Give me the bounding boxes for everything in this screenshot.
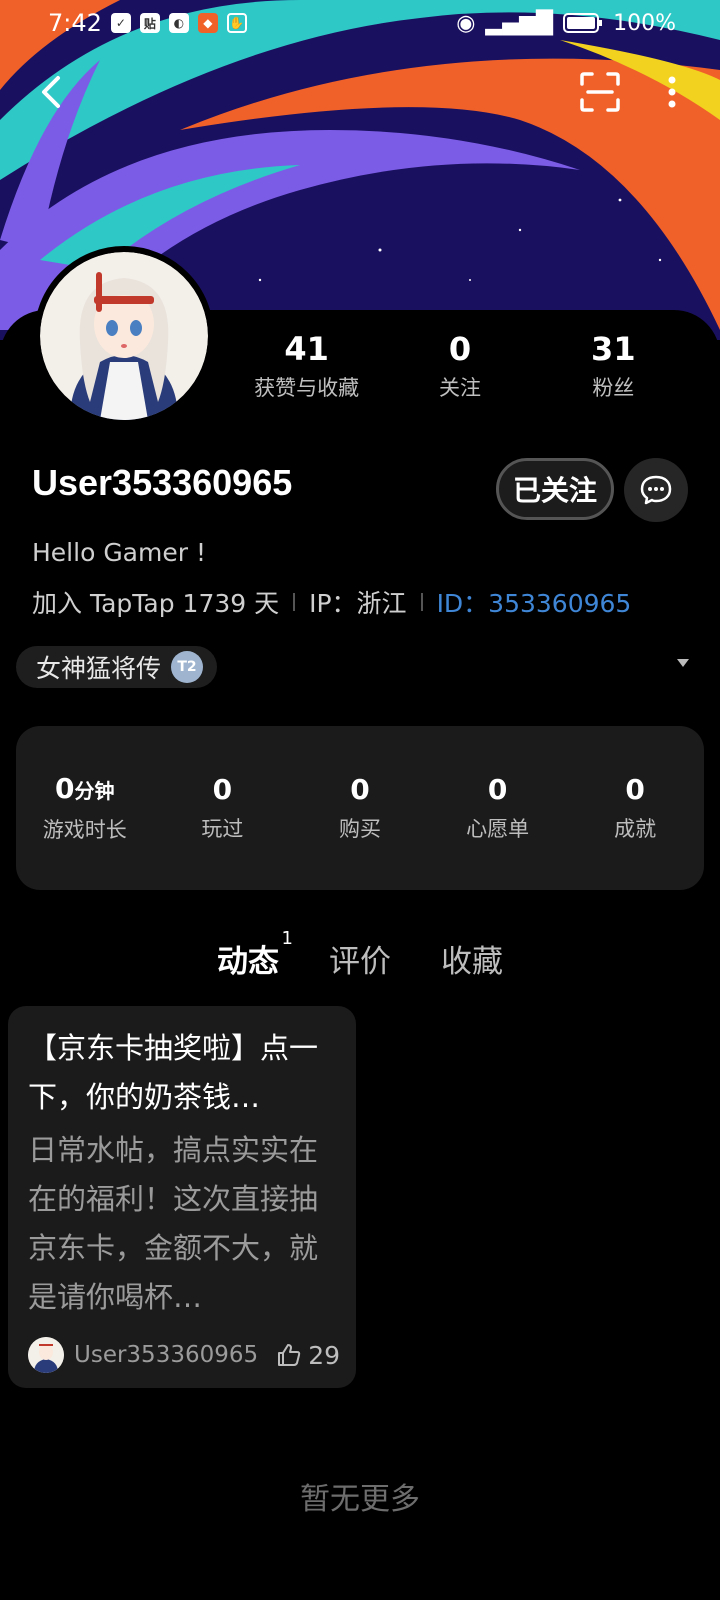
shield-icon: ✓ [110, 13, 131, 33]
post-title: 【京东卡抽奖啦】点一下，你的奶茶钱… [28, 1031, 319, 1114]
status-time: 7:42 [48, 9, 102, 37]
stat-value: 0分钟 [55, 772, 115, 805]
like-button[interactable]: 29 [276, 1341, 340, 1370]
stat-value: 0 [212, 773, 233, 806]
status-left: 7:42 ✓ 贴 ◐ ◆ ✋ [48, 9, 247, 37]
post-card[interactable]: 【京东卡抽奖啦】点一下，你的奶茶钱… 日常水帖，搞点实实在在的福利！这次直接抽京… [8, 1006, 356, 1388]
stat-label: 心愿单 [466, 817, 530, 841]
eye-icon: ◉ [456, 10, 476, 36]
stat-following[interactable]: 0 关注 [383, 330, 536, 402]
shop-icon: ◆ [197, 13, 218, 33]
tab-reviews[interactable]: 评价 [329, 936, 391, 981]
tab-feed[interactable]: 动态 1 [217, 928, 293, 981]
stat-followers[interactable]: 31 粉丝 [537, 330, 690, 402]
post-author[interactable]: User353360965 [74, 1342, 276, 1368]
chat-icon [640, 475, 672, 505]
post-body: 日常水帖，搞点实实在在的福利！这次直接抽京东卡，金额不大，就是请你喝杯… [28, 1133, 319, 1314]
battery-icon [563, 13, 603, 33]
tieba-icon: 贴 [139, 13, 160, 33]
tab-label: 动态 [217, 944, 279, 980]
username: User353360965 [32, 462, 293, 503]
hand-icon: ✋ [226, 13, 247, 33]
divider [420, 593, 423, 611]
scan-icon[interactable] [578, 70, 622, 114]
stat-value: 0 [448, 330, 472, 368]
more-vertical-icon[interactable] [652, 70, 692, 114]
stat-wishlist[interactable]: 0 心愿单 [429, 773, 567, 843]
dropdown-arrow-icon[interactable] [676, 658, 690, 668]
stat-label: 购买 [338, 817, 381, 841]
stat-purchased[interactable]: 0 购买 [291, 773, 429, 843]
meta-info: 加入 TapTap 1739 天 IP：浙江 ID：353360965 [32, 584, 631, 620]
stat-label: 关注 [438, 376, 481, 400]
thumbs-up-icon [278, 1344, 301, 1366]
stat-value: 0 [625, 773, 645, 806]
status-bar: 7:42 ✓ 贴 ◐ ◆ ✋ ◉ ▂▄▆█ 100% [0, 0, 720, 46]
status-right: ◉ ▂▄▆█ 100% [456, 11, 676, 36]
avatar-image [40, 252, 208, 420]
user-id[interactable]: ID：353360965 [437, 584, 632, 620]
post-footer: User353360965 29 [28, 1336, 340, 1374]
stat-achievements[interactable]: 0 成就 [566, 773, 704, 843]
like-count: 29 [308, 1340, 340, 1370]
signal-icon: ▂▄▆█ [485, 10, 554, 36]
following-button[interactable]: 已关注 [496, 458, 614, 520]
game-stats-card: 0分钟 游戏时长 0 玩过 0 购买 0 心愿单 0 成就 [16, 726, 704, 890]
join-info: 加入 TapTap 1739 天 [32, 589, 280, 618]
battery-level: 100% [613, 10, 676, 36]
post-author-avatar[interactable] [28, 1337, 64, 1373]
avatar[interactable] [34, 246, 214, 426]
content-tabs: 动态 1 评价 收藏 [0, 928, 720, 981]
stat-label: 成就 [614, 817, 657, 841]
stat-value: 0 [487, 773, 508, 806]
back-arrow-icon[interactable] [32, 72, 72, 112]
stat-value: 31 [591, 330, 636, 368]
chat-button[interactable] [624, 458, 688, 522]
divider [293, 593, 296, 611]
stat-value: 41 [284, 330, 329, 368]
stat-unit: 分钟 [74, 779, 115, 803]
tier-badge-icon: T2 [171, 651, 204, 683]
profile-stats: 41 获赞与收藏 0 关注 31 粉丝 [230, 330, 690, 402]
no-more-text: 暂无更多 [300, 1482, 420, 1517]
stat-playtime[interactable]: 0分钟 游戏时长 [16, 772, 154, 844]
stat-label: 游戏时长 [42, 818, 127, 842]
stat-played[interactable]: 0 玩过 [154, 773, 292, 843]
stat-label: 获赞与收藏 [254, 376, 360, 400]
app-icon: ◐ [168, 13, 189, 33]
tab-favorites[interactable]: 收藏 [441, 936, 503, 981]
bio: Hello Gamer ! [32, 538, 206, 567]
ip-info: IP：浙江 [309, 589, 407, 618]
stat-label: 玩过 [201, 817, 244, 841]
stat-value: 0 [350, 773, 370, 806]
top-nav [0, 62, 720, 122]
game-tag-name: 女神猛将传 [36, 654, 162, 683]
stat-likes[interactable]: 41 获赞与收藏 [230, 330, 383, 402]
game-tag[interactable]: 女神猛将传 T2 [16, 646, 218, 688]
tab-count: 1 [281, 928, 293, 949]
stat-label: 粉丝 [592, 376, 635, 400]
avatar-image [28, 1337, 64, 1373]
